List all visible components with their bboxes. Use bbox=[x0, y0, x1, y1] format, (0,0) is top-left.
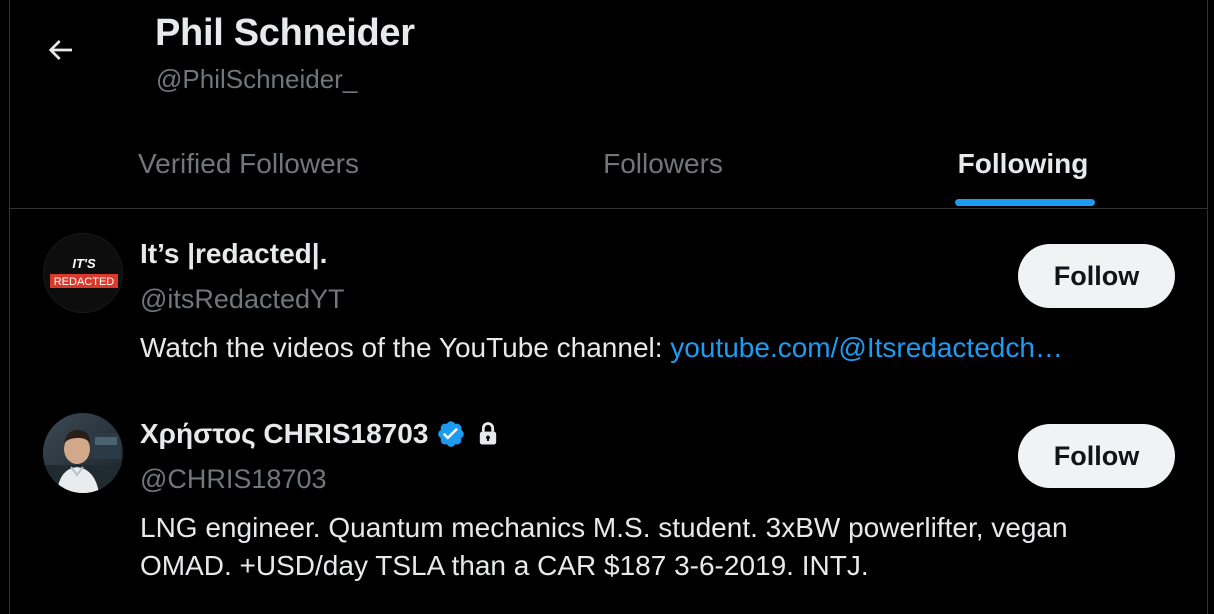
bio-line: OMAD. +USD/day TSLA than a CAR $187 3-6-… bbox=[140, 550, 869, 581]
user-name[interactable]: Χρήστος CHRIS18703 bbox=[140, 418, 428, 450]
user-bio: Watch the videos of the YouTube channel:… bbox=[140, 329, 1180, 367]
profile-photo bbox=[43, 413, 123, 493]
user-name[interactable]: It’s |redacted|. bbox=[140, 238, 327, 270]
verified-badge-icon[interactable] bbox=[436, 419, 466, 449]
user-cell[interactable]: Χρήστος CHRIS18703 @CHRIS18703 LNG engin… bbox=[9, 390, 1208, 614]
back-button[interactable] bbox=[38, 28, 82, 72]
avatar-text-bottom: REDACTED bbox=[54, 276, 115, 288]
tab-verified-followers[interactable]: Verified Followers bbox=[9, 120, 488, 208]
bio-line: LNG engineer. Quantum mechanics M.S. stu… bbox=[140, 512, 1068, 543]
user-cell[interactable]: IT'S REDACTED It’s |redacted|. @itsRedac… bbox=[9, 210, 1208, 390]
avatar[interactable]: IT'S REDACTED bbox=[43, 233, 123, 313]
tab-label: Following bbox=[957, 148, 1089, 179]
profile-handle: @PhilSchneider_ bbox=[156, 64, 358, 94]
page-title: Phil Schneider bbox=[155, 12, 415, 54]
avatar[interactable] bbox=[43, 413, 123, 493]
lock-icon bbox=[474, 420, 502, 448]
tab-followers[interactable]: Followers bbox=[488, 120, 838, 208]
bio-text: Watch the videos of the YouTube channel: bbox=[140, 332, 671, 363]
follow-button[interactable]: Follow bbox=[1018, 244, 1175, 308]
tab-bar: Verified Followers Followers Following bbox=[9, 120, 1208, 209]
active-tab-indicator bbox=[955, 199, 1095, 206]
tab-following[interactable]: Following bbox=[838, 120, 1208, 208]
redacted-logo: IT'S REDACTED bbox=[44, 234, 122, 312]
avatar-text-top: IT'S bbox=[72, 256, 96, 271]
tab-label: Verified Followers bbox=[138, 148, 359, 179]
back-arrow-icon bbox=[48, 40, 72, 60]
user-bio: LNG engineer. Quantum mechanics M.S. stu… bbox=[140, 509, 1180, 585]
user-handle[interactable]: @CHRIS18703 bbox=[140, 464, 327, 495]
bio-link[interactable]: youtube.com/@Itsredactedch… bbox=[670, 332, 1063, 363]
user-handle[interactable]: @itsRedactedYT bbox=[140, 284, 345, 315]
tab-label: Followers bbox=[603, 148, 723, 179]
user-name-line: It’s |redacted|. bbox=[140, 238, 327, 270]
user-name-line: Χρήστος CHRIS18703 bbox=[140, 418, 502, 450]
follow-button[interactable]: Follow bbox=[1018, 424, 1175, 488]
